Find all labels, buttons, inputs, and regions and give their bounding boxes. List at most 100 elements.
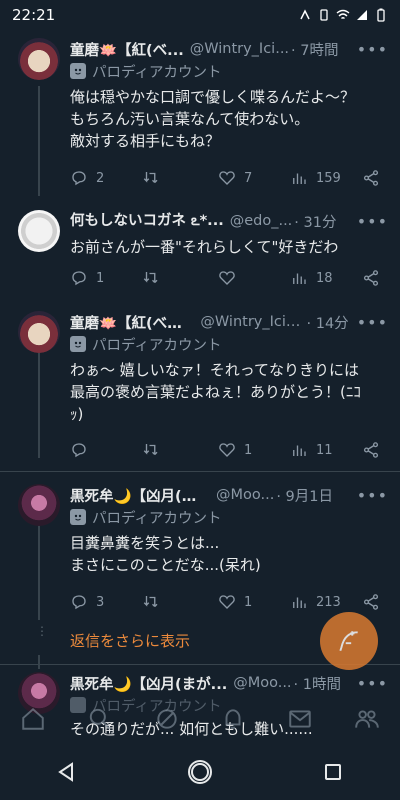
nav-messages[interactable] (287, 706, 313, 736)
avatar[interactable] (18, 311, 60, 353)
reply-button[interactable]: 2 (70, 169, 104, 187)
timestamp: · 9月1日 (276, 488, 333, 505)
nav-home[interactable] (20, 706, 46, 736)
reply-icon (72, 443, 86, 458)
mask-icon (70, 63, 86, 79)
recents-button[interactable] (319, 758, 347, 790)
views-button[interactable]: 11 (290, 441, 333, 459)
retweet-icon (143, 272, 158, 283)
timestamp: · 1時間 (293, 676, 341, 693)
more-options-button[interactable]: ••• (349, 674, 388, 693)
retweet-button[interactable] (142, 269, 160, 287)
share-icon (363, 442, 379, 458)
views-count: 11 (316, 442, 333, 458)
avatar[interactable] (18, 210, 60, 252)
share-button[interactable] (362, 441, 380, 459)
tweet-1[interactable]: 童磨🪷【紅(ベ... @Wintry_Ici... · 7時間 ••• パロディ… (0, 38, 400, 198)
handle: @Moo... (216, 487, 275, 503)
bottom-nav (0, 695, 400, 747)
like-button[interactable]: 1 (218, 441, 252, 459)
more-options-button[interactable]: ••• (349, 486, 388, 505)
show-more-replies-link[interactable]: 返信をさらに表示 (70, 630, 190, 651)
reply-count: 2 (96, 170, 105, 186)
display-name[interactable]: 黒死牟🌙【凶月(まが... (70, 673, 227, 694)
like-button[interactable]: 7 (218, 169, 252, 187)
parody-badge: パロディアカウント (70, 506, 388, 528)
thread-ellipsis: ⋮ (36, 624, 48, 638)
mask-icon (70, 509, 86, 525)
share-icon (363, 594, 379, 610)
timestamp: · 14分 (306, 315, 349, 332)
more-options-button[interactable]: ••• (349, 40, 388, 59)
views-count: 159 (316, 170, 341, 186)
views-button[interactable]: 18 (290, 269, 333, 287)
tweet-actions: 3 1 213 (70, 590, 388, 614)
reply-count: 3 (96, 594, 105, 610)
tweet-text: お前さんが一番"それらしくて"好きだわ (70, 238, 339, 256)
signal-icon (357, 10, 367, 20)
more-options-button[interactable]: ••• (349, 313, 388, 332)
views-icon (293, 173, 306, 184)
views-count: 18 (316, 270, 333, 286)
views-icon (293, 445, 306, 456)
tweet-text: 俺は穏やかな口調で優しく喋るんだよ〜？ もちろん汚い言葉なんて使わない。 敵対す… (70, 88, 356, 150)
tweet-4[interactable]: 黒死牟🌙【凶月(ま... @Moo... · 9月1日 ••• パロディアカウン… (0, 484, 400, 614)
status-icons (298, 8, 388, 22)
home-button[interactable] (186, 758, 214, 790)
views-button[interactable]: 213 (290, 593, 341, 611)
compose-button[interactable] (320, 612, 378, 670)
timestamp: · 7時間 (291, 42, 339, 59)
nav-search[interactable] (87, 706, 113, 736)
share-button[interactable] (362, 593, 380, 611)
home-icon (22, 707, 45, 730)
reply-button[interactable] (70, 441, 88, 459)
parody-label: パロディアカウント (92, 337, 222, 354)
mask-icon (70, 336, 86, 352)
handle: @Moo... (233, 675, 292, 691)
vibrate-icon (320, 9, 328, 21)
display-name[interactable]: 何もしないコガネ ఽ*... (70, 210, 224, 232)
like-button[interactable] (218, 269, 236, 287)
avatar[interactable] (18, 38, 60, 80)
grok-icon (156, 709, 177, 729)
heart-icon (219, 171, 235, 185)
display-name[interactable]: 童磨🪷【紅(べに... (70, 312, 194, 333)
tweet-actions: 1 11 (70, 438, 388, 462)
display-name[interactable]: 童磨🪷【紅(ベ... (70, 39, 184, 60)
heart-icon (219, 443, 235, 457)
divider (0, 471, 400, 472)
reply-button[interactable]: 3 (70, 593, 104, 611)
retweet-button[interactable] (142, 441, 160, 459)
reply-button[interactable]: 1 (70, 269, 104, 287)
tweet-actions: 1 18 (70, 266, 388, 290)
recents-square-icon (325, 764, 342, 780)
avatar[interactable] (18, 484, 60, 526)
share-button[interactable] (362, 269, 380, 287)
retweet-button[interactable] (142, 169, 160, 187)
like-count: 1 (244, 594, 253, 610)
handle: @Wintry_Ici... (189, 41, 290, 57)
reply-icon (72, 171, 86, 186)
like-button[interactable]: 1 (218, 593, 252, 611)
heart-icon (219, 595, 235, 609)
battery-icon (377, 8, 385, 22)
display-name[interactable]: 黒死牟🌙【凶月(ま... (70, 485, 210, 506)
more-options-button[interactable]: ••• (349, 212, 388, 231)
share-button[interactable] (362, 169, 380, 187)
back-button[interactable] (53, 758, 81, 790)
people-icon (354, 710, 379, 728)
tweet-2[interactable]: 何もしないコガネ ఽ*... @edo_... · 31分 ••• お前さんが一… (0, 210, 400, 302)
handle: @edo_... (229, 213, 293, 229)
retweet-icon (143, 172, 158, 183)
handle: @Wintry_Icic... (200, 314, 305, 330)
nav-grok[interactable] (154, 706, 180, 736)
views-button[interactable]: 159 (290, 169, 341, 187)
retweet-button[interactable] (142, 593, 160, 611)
tweet-3[interactable]: 童磨🪷【紅(べに... @Wintry_Icic... · 14分 ••• パロ… (0, 311, 400, 471)
reply-icon (72, 271, 86, 286)
nav-notifications[interactable] (220, 706, 246, 736)
compose-feather-icon (339, 631, 358, 652)
share-icon (363, 170, 379, 186)
heart-icon (219, 271, 235, 285)
nav-communities[interactable] (354, 706, 380, 736)
